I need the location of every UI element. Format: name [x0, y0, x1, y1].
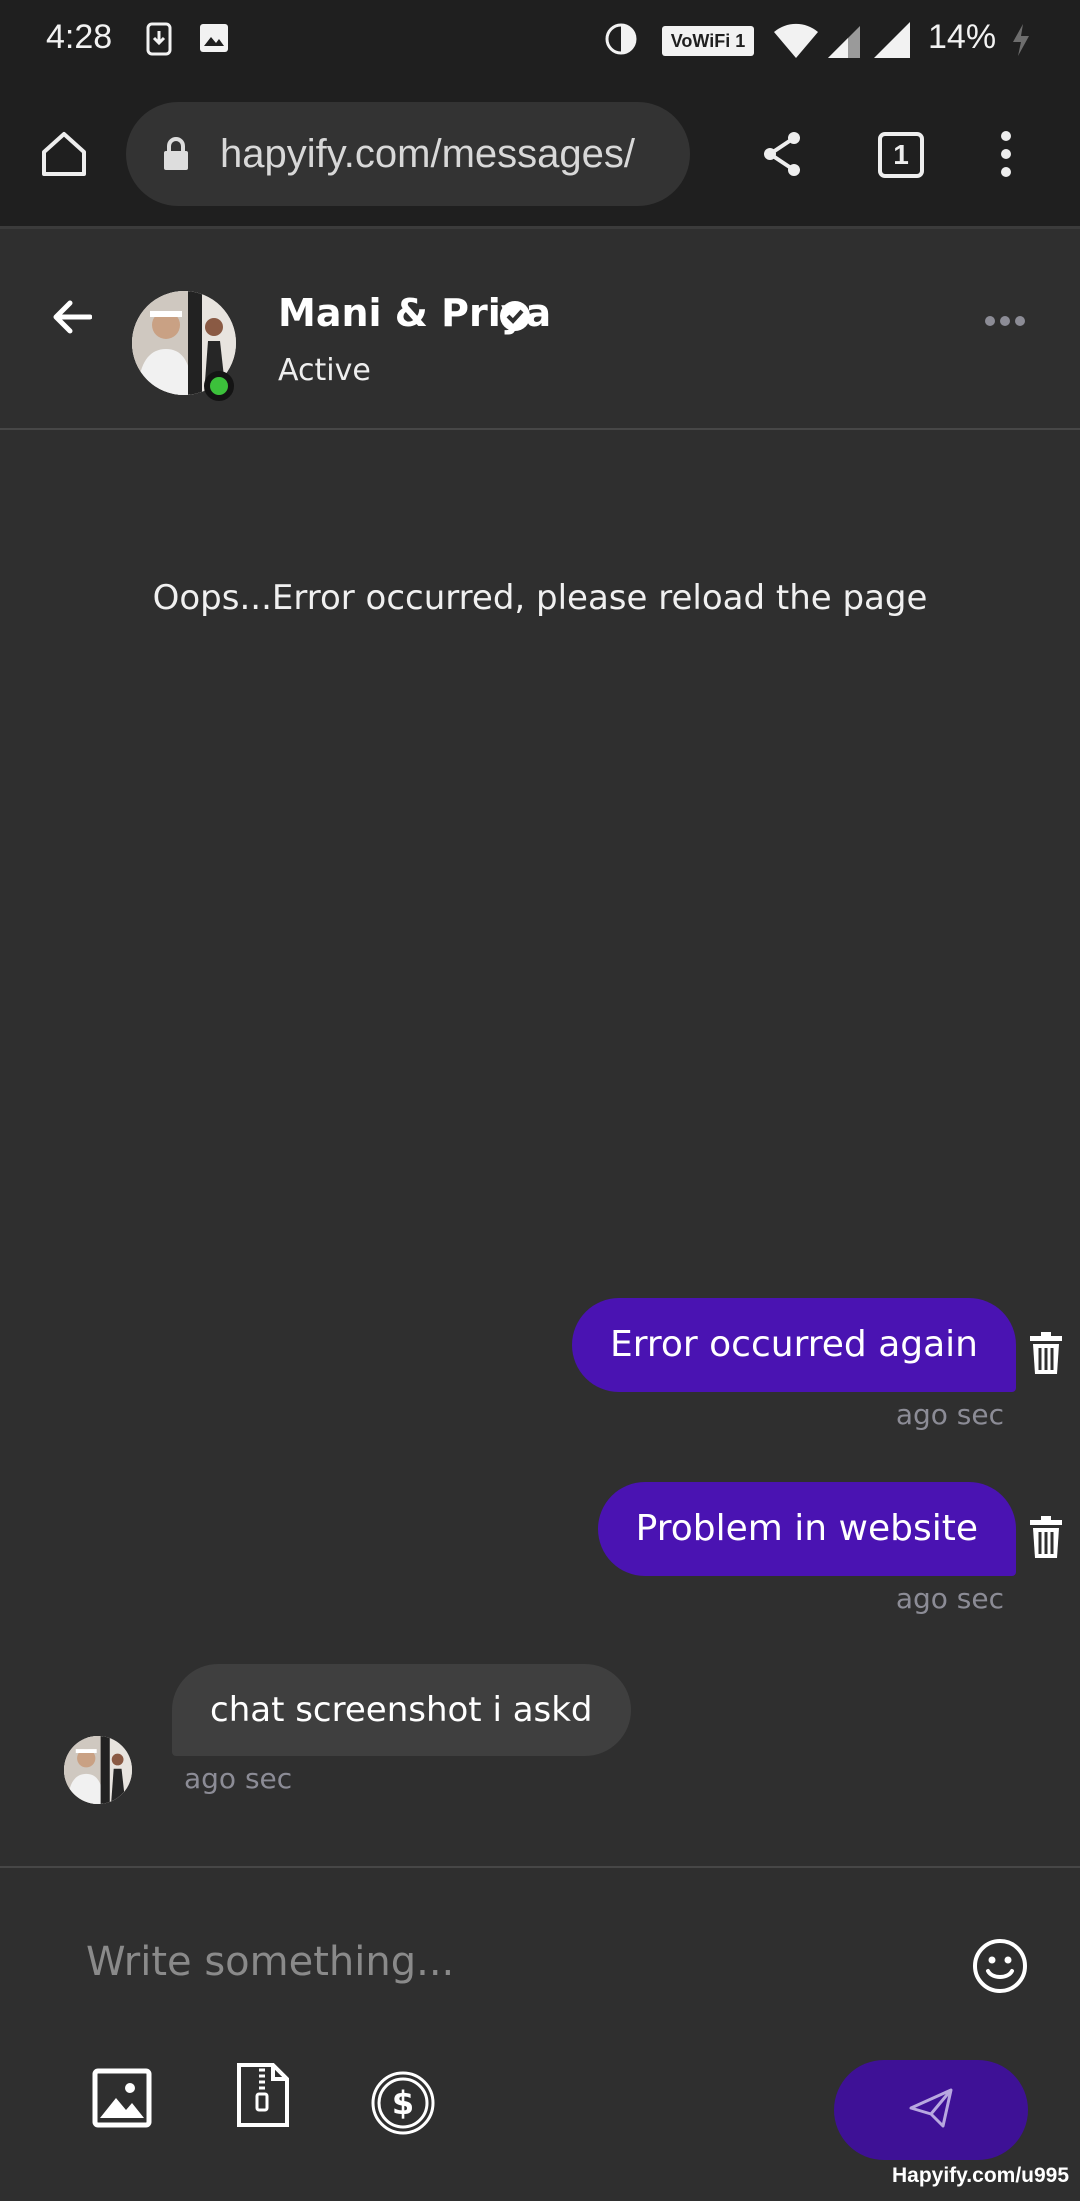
- share-icon[interactable]: [760, 130, 804, 182]
- send-icon: [909, 2088, 953, 2132]
- message-time: ago sec: [895, 1398, 1004, 1431]
- send-button[interactable]: [834, 2060, 1028, 2160]
- svg-text:$: $: [392, 2084, 414, 2122]
- dollar-payment-icon[interactable]: $: [370, 2070, 436, 2140]
- data-saver-icon: [604, 22, 638, 60]
- emoji-icon[interactable]: [972, 1938, 1028, 1998]
- contact-status: Active: [278, 353, 371, 388]
- error-message: Oops...Error occurred, please reload the…: [152, 578, 928, 618]
- download-notification-icon: [146, 22, 172, 60]
- address-bar[interactable]: hapyify.com/messages/: [126, 102, 690, 206]
- tab-switcher-button[interactable]: 1: [878, 132, 924, 178]
- watermark: Hapyify.com/u995: [892, 2164, 1070, 2187]
- zip-file-icon[interactable]: [236, 2062, 290, 2132]
- online-status-dot: [204, 371, 234, 401]
- message-bubble-incoming[interactable]: chat screenshot i askd: [172, 1664, 631, 1756]
- vowifi-badge: VoWiFi 1: [662, 26, 754, 56]
- message-bubble-outgoing[interactable]: Problem in website: [597, 1482, 1016, 1576]
- wifi-icon: [772, 20, 820, 64]
- delete-message-icon[interactable]: [1028, 1516, 1064, 1562]
- browser-toolbar: hapyify.com/messages/ 1: [0, 80, 1080, 228]
- status-time: 4:28: [46, 18, 113, 56]
- message-time: ago sec: [184, 1762, 293, 1795]
- more-options-icon[interactable]: [984, 313, 1026, 332]
- message-input[interactable]: [62, 1918, 942, 2006]
- delete-message-icon[interactable]: [1028, 1332, 1064, 1378]
- lock-icon: [162, 136, 190, 176]
- charging-icon: [1010, 22, 1032, 62]
- message-bubble-outgoing[interactable]: Error occurred again: [571, 1298, 1016, 1392]
- chat-header: Mani & Priya Active: [0, 229, 1080, 429]
- message-time: ago sec: [895, 1582, 1004, 1615]
- image-upload-icon[interactable]: [92, 2068, 152, 2132]
- signal-icon-sim1: [826, 20, 862, 64]
- status-bar: 4:28 VoWiFi 1 14%: [0, 0, 1080, 80]
- overflow-menu-icon[interactable]: [996, 130, 1016, 182]
- url-text: hapyify.com/messages/: [220, 132, 635, 176]
- image-notification-icon: [198, 22, 230, 58]
- back-arrow-icon[interactable]: [52, 299, 93, 339]
- sender-avatar[interactable]: [64, 1736, 132, 1804]
- verified-badge-icon: [498, 299, 532, 337]
- battery-percentage: 14%: [928, 18, 997, 56]
- header-divider: [0, 428, 1080, 430]
- composer-divider: [0, 1866, 1080, 1868]
- signal-icon-sim2: [872, 20, 912, 64]
- home-icon[interactable]: [38, 128, 90, 184]
